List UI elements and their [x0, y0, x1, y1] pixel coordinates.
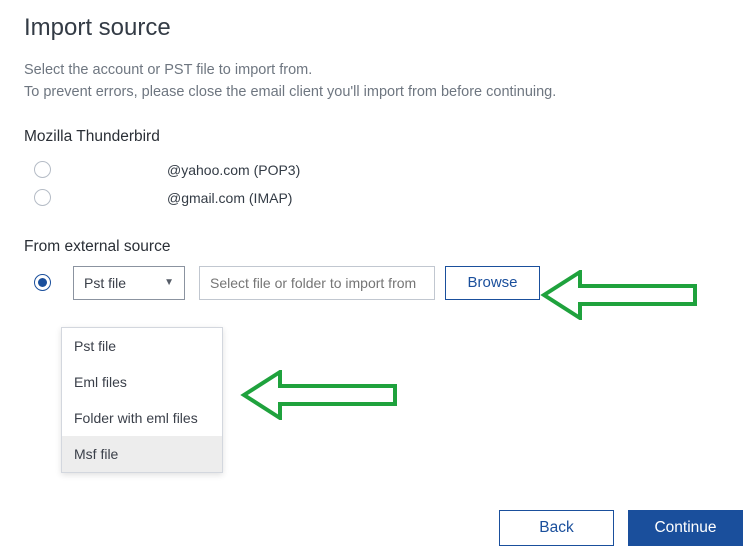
thunderbird-heading: Mozilla Thunderbird: [24, 128, 731, 146]
page-title: Import source: [24, 14, 731, 42]
browse-button[interactable]: Browse: [445, 266, 540, 300]
account-row[interactable]: @yahoo.com (POP3): [34, 156, 731, 184]
filetype-option[interactable]: Eml files: [62, 364, 222, 400]
footer-buttons: Back Continue: [499, 510, 743, 546]
page-description: Select the account or PST file to import…: [24, 60, 731, 104]
account-label: @yahoo.com (POP3): [167, 162, 300, 178]
desc-line-1: Select the account or PST file to import…: [24, 60, 731, 82]
account-label: @gmail.com (IMAP): [167, 190, 292, 206]
external-heading: From external source: [24, 238, 731, 256]
account-row[interactable]: @gmail.com (IMAP): [34, 184, 731, 212]
chevron-down-icon: ▼: [164, 277, 174, 288]
external-radio[interactable]: [34, 274, 51, 291]
desc-line-2: To prevent errors, please close the emai…: [24, 82, 731, 104]
annotation-arrow-icon: [240, 370, 400, 420]
account-radio-yahoo[interactable]: [34, 161, 51, 178]
filetype-select[interactable]: Pst file ▼: [73, 266, 185, 300]
account-radio-gmail[interactable]: [34, 189, 51, 206]
filetype-option[interactable]: Pst file: [62, 328, 222, 364]
filetype-selected-label: Pst file: [84, 275, 126, 291]
continue-button[interactable]: Continue: [628, 510, 743, 546]
filetype-option[interactable]: Folder with eml files: [62, 400, 222, 436]
back-button[interactable]: Back: [499, 510, 614, 546]
annotation-arrow-icon: [540, 270, 700, 320]
path-input[interactable]: [199, 266, 435, 300]
filetype-dropdown: Pst fileEml filesFolder with eml filesMs…: [61, 327, 223, 473]
filetype-option[interactable]: Msf file: [62, 436, 222, 472]
